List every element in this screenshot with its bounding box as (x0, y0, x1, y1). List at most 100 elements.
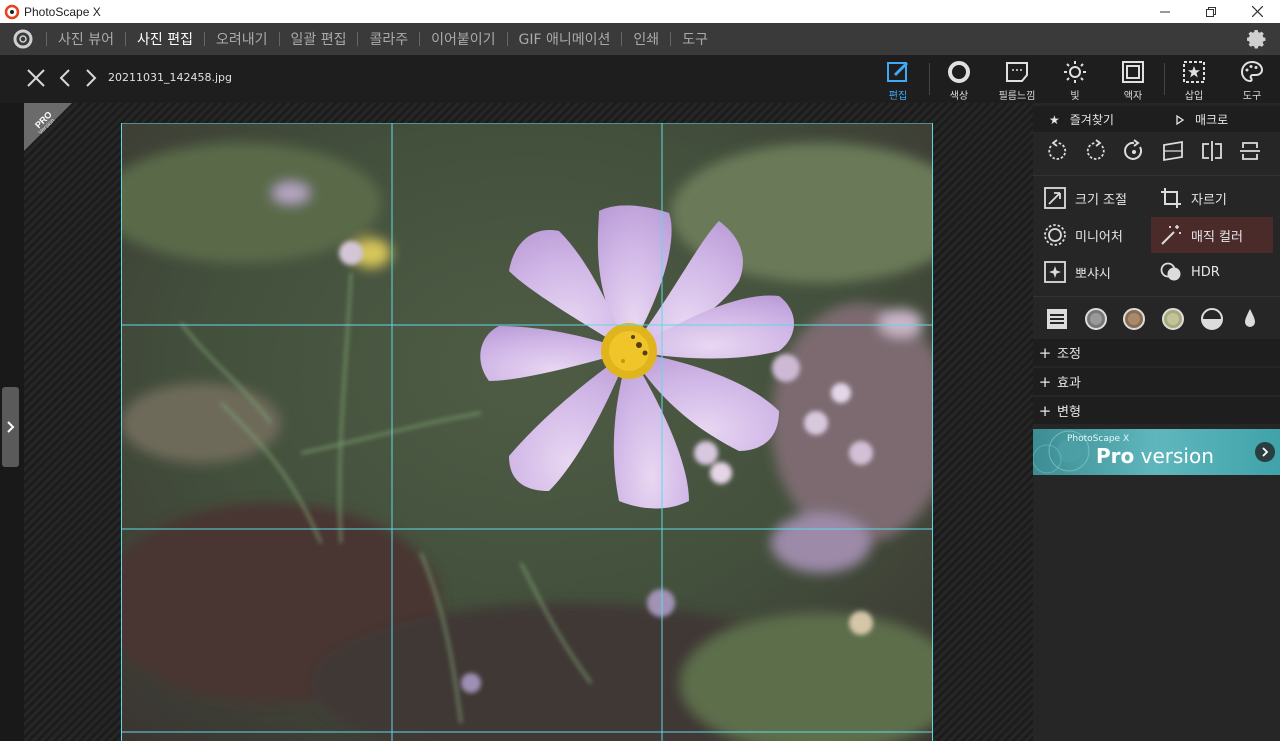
favorites-button[interactable]: ★ 즐겨찾기 (1049, 111, 1114, 128)
filter-gray-icon (1085, 308, 1107, 330)
filter-sepia-icon (1123, 308, 1145, 330)
miniature-label: 미니어처 (1075, 229, 1123, 245)
pro-banner-rest: version (1134, 444, 1214, 468)
filter-list-button[interactable] (1043, 305, 1071, 333)
hdr-button[interactable]: HDR (1159, 257, 1279, 287)
miniature-button[interactable]: 미니어처 (1043, 220, 1163, 250)
chevron-right-icon (1262, 447, 1269, 457)
tool-frame[interactable]: 액자 (1111, 59, 1155, 103)
pro-banner-arrow[interactable] (1255, 442, 1275, 462)
pro-banner-small-text: PhotoScape X (1067, 434, 1130, 444)
main-menu-bar: 사진 뷰어 사진 편집 오려내기 일괄 편집 콜라주 이어붙이기 GIF 애니메… (0, 23, 1280, 55)
file-name: 20211031_142458.jpg (108, 71, 232, 84)
pro-version-banner[interactable]: PhotoScape X Pro version (1033, 429, 1280, 475)
drop-button[interactable] (1236, 305, 1264, 333)
settings-gear-icon[interactable] (1244, 27, 1268, 51)
macro-label: 매크로 (1195, 113, 1229, 127)
toolbar-separator (1164, 63, 1165, 95)
panel-divider (1033, 175, 1280, 176)
tool-light[interactable]: 빛 (1053, 59, 1097, 103)
close-file-icon[interactable] (25, 67, 47, 89)
menu-tools[interactable]: 도구 (671, 29, 719, 49)
miniature-icon (1044, 224, 1066, 246)
tool-tools-label: 도구 (1242, 91, 1262, 102)
menu-cut-out[interactable]: 오려내기 (205, 29, 279, 49)
photo-image[interactable] (121, 123, 933, 741)
crop-label: 자르기 (1191, 192, 1227, 208)
pro-banner-bold: Pro (1096, 444, 1135, 468)
tool-color[interactable]: 색상 (937, 59, 981, 103)
bloom-label: 뽀샤시 (1075, 266, 1111, 282)
menu-photo-editor[interactable]: 사진 편집 (126, 29, 204, 49)
rotate-free-button[interactable] (1120, 137, 1148, 165)
bloom-button[interactable]: 뽀샤시 (1043, 257, 1163, 287)
window-title: PhotoScape X (24, 4, 101, 19)
panel-divider (1033, 296, 1280, 297)
macro-button[interactable]: 매크로 (1175, 111, 1228, 128)
filter-half-button[interactable] (1198, 305, 1226, 333)
tool-edit[interactable]: 편집 (876, 59, 920, 103)
magic-color-button[interactable]: 매직 컬러 (1151, 217, 1273, 253)
flip-vertical-button[interactable] (1236, 137, 1264, 165)
pro-banner-title: Pro version (1096, 444, 1214, 468)
tool-film-label: 필름느낌 (998, 91, 1036, 102)
rotate-right-icon (1086, 139, 1105, 160)
next-photo-icon[interactable] (80, 67, 102, 89)
flip-horizontal-button[interactable] (1198, 137, 1226, 165)
toolbar-separator (929, 63, 930, 95)
filter-green-button[interactable] (1159, 305, 1187, 333)
minimize-button[interactable] (1142, 0, 1188, 23)
restore-icon (1206, 6, 1216, 17)
app-logo-icon (4, 4, 20, 19)
insert-star-icon (1183, 61, 1205, 83)
pro-version-corner-badge[interactable]: PRO Version (24, 103, 72, 151)
magic-color-label: 매직 컬러 (1191, 229, 1243, 245)
resize-icon (1044, 187, 1066, 209)
plus-icon: + (1038, 401, 1052, 420)
menu-collage[interactable]: 콜라주 (358, 29, 419, 49)
flip-vertical-icon (1240, 142, 1260, 160)
section-effects[interactable]: + 효과 (1033, 368, 1280, 395)
play-icon (1176, 114, 1185, 125)
menu-combine[interactable]: 이어붙이기 (420, 29, 506, 49)
restore-button[interactable] (1188, 0, 1234, 23)
resize-button[interactable]: 크기 조절 (1043, 183, 1163, 213)
crop-icon (1161, 188, 1181, 208)
crop-button[interactable]: 자르기 (1159, 183, 1279, 213)
title-bar: PhotoScape X (0, 0, 1280, 23)
menu-print[interactable]: 인쇄 (622, 29, 670, 49)
edit-icon (887, 61, 909, 82)
tool-insert[interactable]: 삽입 (1172, 59, 1216, 103)
right-edit-panel: ★ 즐겨찾기 매크로 크기 조절 자르기 미니어처 매직 컬러 뽀샤시 HDR … (1033, 103, 1280, 741)
plus-icon: + (1038, 343, 1052, 362)
favorites-label: 즐겨찾기 (1069, 113, 1114, 127)
tool-color-label: 색상 (949, 91, 969, 102)
favorites-bar: ★ 즐겨찾기 매크로 (1033, 106, 1280, 132)
menu-photo-viewer[interactable]: 사진 뷰어 (47, 29, 125, 49)
canvas-area[interactable]: PRO Version (0, 103, 1033, 741)
tool-light-label: 빛 (1070, 91, 1080, 102)
bloom-icon (1044, 261, 1066, 283)
color-circle-icon (948, 61, 970, 83)
close-button[interactable] (1234, 0, 1280, 23)
filter-sepia-button[interactable] (1120, 305, 1148, 333)
menu-batch[interactable]: 일괄 편집 (280, 29, 358, 49)
tool-film[interactable]: 필름느낌 (995, 59, 1039, 103)
section-transform[interactable]: + 변형 (1033, 397, 1280, 424)
rotate-right-button[interactable] (1082, 137, 1110, 165)
chevron-right-icon (6, 421, 14, 433)
rotate-free-icon (1124, 139, 1143, 160)
section-effects-label: 효과 (1057, 376, 1081, 391)
previous-photo-icon[interactable] (54, 67, 76, 89)
home-logo-icon[interactable] (12, 28, 34, 50)
left-panel-toggle[interactable] (2, 387, 19, 467)
tool-tools[interactable]: 도구 (1230, 59, 1274, 103)
rotate-left-button[interactable] (1043, 137, 1071, 165)
section-transform-label: 변형 (1057, 405, 1081, 420)
transform-icon-row (1033, 133, 1280, 169)
menu-gif-animation[interactable]: GIF 애니메이션 (508, 29, 622, 49)
tool-edit-label: 편집 (888, 91, 908, 102)
filter-gray-button[interactable] (1082, 305, 1110, 333)
straighten-button[interactable] (1159, 137, 1187, 165)
section-adjust[interactable]: + 조정 (1033, 339, 1280, 366)
